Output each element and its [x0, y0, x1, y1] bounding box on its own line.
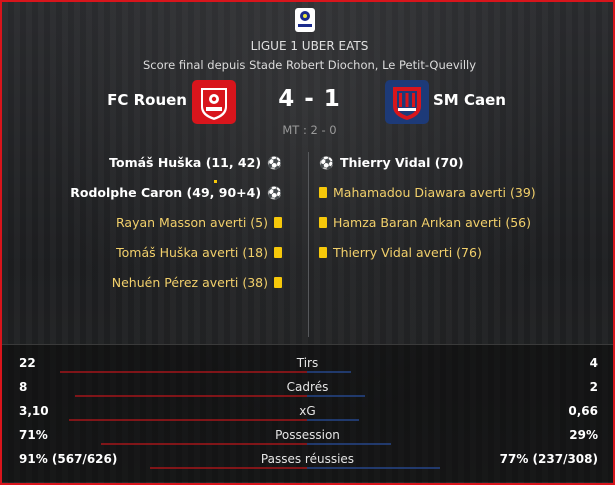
away-event-goal[interactable]: ⚽ Thierry Vidal (70) — [319, 155, 464, 170]
venue-line: Score final depuis Stade Robert Diochon,… — [142, 58, 477, 72]
home-event-yellow-card[interactable]: Rayan Masson averti (5) — [116, 215, 282, 230]
yellow-marker — [214, 180, 217, 183]
yellow-card-icon — [274, 217, 282, 228]
stat-row-xg: 3,10 xG 0,66 — [2, 401, 613, 421]
stat-label: Tirs — [296, 356, 319, 370]
stat-away-value: 0,66 — [568, 404, 598, 418]
stat-home-bar — [101, 443, 307, 445]
half-time-score: MT : 2 - 0 — [282, 123, 337, 137]
yellow-card-icon — [274, 277, 282, 288]
away-event-yellow-card[interactable]: Hamza Baran Arıkan averti (56) — [319, 215, 531, 230]
stat-away-bar — [307, 467, 440, 469]
stat-row-shots: 22 Tirs 4 — [2, 353, 613, 373]
stat-away-bar — [307, 371, 351, 373]
stat-home-bar — [150, 467, 307, 469]
stat-away-bar — [307, 395, 365, 397]
stat-label: Cadrés — [286, 380, 329, 394]
stat-away-value: 77% (237/308) — [499, 452, 598, 466]
yellow-card-icon — [319, 187, 327, 198]
football-icon: ⚽ — [267, 155, 282, 170]
stat-away-value: 29% — [569, 428, 598, 442]
stat-home-bar — [60, 371, 307, 373]
yellow-card-icon — [319, 217, 327, 228]
stat-label: Possession — [275, 428, 340, 442]
competition-name: LIGUE 1 UBER EATS — [250, 39, 369, 53]
home-event-goal[interactable]: Rodolphe Caron (49, 90+4) ⚽ — [70, 185, 282, 200]
events-divider — [308, 152, 309, 337]
stat-row-passes: 91% (567/626) Passes réussies 77% (237/3… — [2, 449, 613, 469]
stat-away-bar — [307, 419, 359, 421]
stat-away-value: 2 — [589, 380, 598, 394]
football-icon: ⚽ — [319, 155, 334, 170]
stat-label: xG — [299, 404, 316, 418]
stat-away-bar — [307, 443, 391, 445]
stat-home-bar — [75, 395, 307, 397]
stat-away-value: 4 — [589, 356, 598, 370]
home-event-yellow-card[interactable]: Tomáš Huška averti (18) — [116, 245, 282, 260]
home-event-yellow-card[interactable]: Nehuén Pérez averti (38) — [112, 275, 282, 290]
sm-caen-crest-icon[interactable] — [384, 79, 430, 125]
stat-row-possession: 71% Possession 29% — [2, 425, 613, 445]
away-team-name[interactable]: SM Caen — [433, 91, 506, 109]
away-event-yellow-card[interactable]: Thierry Vidal averti (76) — [319, 245, 482, 260]
final-score: 4 - 1 — [278, 86, 341, 112]
home-event-goal[interactable]: Tomáš Huška (11, 42) ⚽ — [109, 155, 282, 170]
stat-row-on-target: 8 Cadrés 2 — [2, 377, 613, 397]
yellow-card-icon — [274, 247, 282, 258]
football-icon: ⚽ — [267, 185, 282, 200]
match-stats-panel: 22 Tirs 4 8 Cadrés 2 3,10 xG 0,66 71% Po… — [2, 344, 613, 482]
stat-home-bar — [69, 419, 307, 421]
yellow-card-icon — [319, 247, 327, 258]
away-event-yellow-card[interactable]: Mahamadou Diawara averti (39) — [319, 185, 536, 200]
ligue1-logo-icon — [295, 8, 315, 32]
